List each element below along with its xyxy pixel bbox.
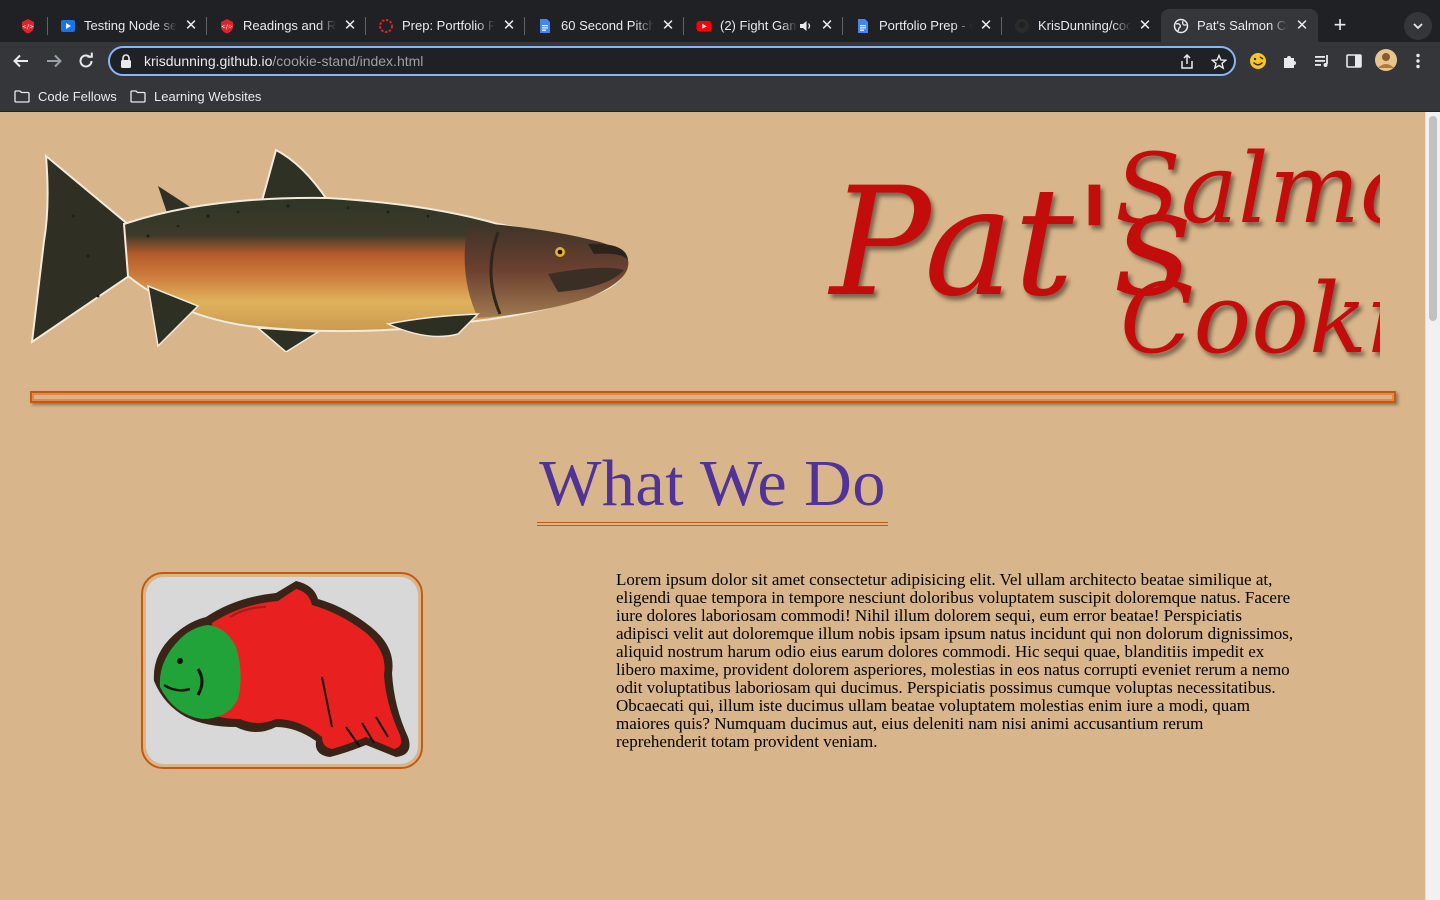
share-icon[interactable] — [1178, 53, 1196, 71]
page-scrollbar[interactable] — [1425, 112, 1440, 900]
header-divider — [30, 391, 1396, 403]
bookmark-folder-code-fellows[interactable]: Code Fellows — [14, 85, 117, 107]
tab-title: Portfolio Prep - C — [879, 18, 972, 33]
close-tab-icon[interactable]: ✕ — [501, 17, 517, 34]
tab-fight-game[interactable]: (2) Fight Gam ✕ — [684, 9, 843, 42]
side-panel-icon[interactable] — [1344, 51, 1364, 71]
tab-title: Prep: Portfolio Pr — [402, 18, 495, 33]
google-docs-icon — [855, 18, 871, 34]
bookmark-label: Code Fellows — [38, 88, 117, 104]
media-controls-icon[interactable] — [1312, 51, 1332, 71]
back-button[interactable] — [9, 49, 33, 73]
svg-text:</>: </> — [221, 23, 233, 30]
close-tab-icon[interactable]: ✕ — [1137, 17, 1153, 34]
tab-testing-node[interactable]: Testing Node server ✕ — [48, 9, 207, 42]
bookmark-label: Learning Websites — [154, 88, 262, 104]
tab-portfolio-prep[interactable]: Portfolio Prep - C ✕ — [843, 9, 1002, 42]
section-title: What We Do — [537, 446, 888, 526]
google-docs-icon — [537, 18, 553, 34]
tab-title: 60 Second Pitch — [561, 18, 654, 33]
code-fellows-icon: </> — [20, 18, 36, 34]
tab-60-second-pitch[interactable]: 60 Second Pitch ✕ — [525, 9, 684, 42]
new-tab-button[interactable]: + — [1327, 13, 1353, 39]
globe-icon — [1173, 18, 1189, 34]
tab-pats-salmon-cookies[interactable]: Pat's Salmon Co ✕ — [1161, 9, 1318, 42]
section-heading-container: What We Do — [0, 446, 1425, 526]
youtube-icon — [696, 18, 712, 34]
tab-title: Pat's Salmon Co — [1197, 18, 1288, 33]
url-host: krisdunning.github.io — [144, 53, 273, 69]
svg-text:</>: </> — [22, 23, 34, 30]
what-we-do-paragraph: Lorem ipsum dolor sit amet consectetur a… — [616, 570, 1294, 751]
close-tab-icon[interactable]: ✕ — [819, 17, 835, 34]
tab-search-button[interactable] — [1404, 12, 1432, 40]
tab-title: KrisDunning/coo — [1038, 18, 1131, 33]
close-tab-icon[interactable]: ✕ — [342, 17, 358, 34]
tab-github-repo[interactable]: KrisDunning/coo ✕ — [1002, 9, 1161, 42]
salmon-illustration — [30, 148, 629, 352]
chevron-down-icon — [1413, 23, 1423, 30]
tab-pinned-code-fellows[interactable]: </> — [8, 9, 48, 42]
bookmark-folder-learning-websites[interactable]: Learning Websites — [130, 85, 261, 107]
lock-icon[interactable] — [120, 54, 134, 68]
logo-salmon: Salmon — [1115, 133, 1380, 245]
bookmark-star-icon[interactable] — [1210, 53, 1228, 71]
extensions-puzzle-icon[interactable] — [1280, 51, 1300, 71]
tab-title: Readings and Re — [243, 18, 336, 33]
video-icon — [60, 18, 76, 34]
forward-button[interactable] — [42, 49, 66, 73]
tab-prep-portfolio[interactable]: Prep: Portfolio Pr ✕ — [366, 9, 525, 42]
browser-toolbar: krisdunning.github.io/cookie-stand/index… — [0, 42, 1440, 80]
url-text: krisdunning.github.io/cookie-stand/index… — [144, 53, 423, 69]
pats-salmon-cookies-logo: Pat's Salmon Cookies — [827, 133, 1380, 372]
salmon-cookie-image — [146, 577, 418, 764]
salmon-cookie-photo — [141, 572, 423, 769]
tab-readings[interactable]: </> Readings and Re ✕ — [207, 9, 366, 42]
logo-cookies: Cookies — [1120, 263, 1380, 372]
scrollbar-thumb[interactable] — [1429, 116, 1437, 321]
emoji-extension-icon[interactable] — [1248, 51, 1268, 71]
tab-strip: </> Testing Node server ✕ </> Readings a… — [0, 0, 1440, 42]
reload-button[interactable] — [74, 49, 98, 73]
close-tab-icon[interactable]: ✕ — [978, 17, 994, 34]
code-fellows-icon: </> — [219, 18, 235, 34]
profile-avatar[interactable] — [1374, 48, 1398, 72]
kebab-menu-icon[interactable] — [1408, 51, 1428, 71]
page-viewport: Pat's Salmon Cookies What We Do — [0, 112, 1440, 900]
github-icon — [1014, 18, 1030, 34]
arrow-left-icon — [13, 54, 28, 68]
arrow-right-icon — [47, 54, 62, 68]
close-tab-icon[interactable]: ✕ — [660, 17, 676, 34]
bookmarks-bar: Code Fellows Learning Websites — [0, 80, 1440, 112]
address-bar[interactable]: krisdunning.github.io/cookie-stand/index… — [108, 46, 1236, 76]
url-path: /cookie-stand/index.html — [272, 53, 424, 69]
folder-icon — [130, 89, 146, 103]
close-tab-icon[interactable]: ✕ — [1294, 17, 1310, 34]
tab-title: (2) Fight Gam — [720, 18, 797, 33]
loading-ring-icon — [378, 18, 394, 34]
reload-icon — [79, 52, 93, 68]
folder-icon — [14, 89, 30, 103]
close-tab-icon[interactable]: ✕ — [183, 17, 199, 34]
tab-title: Testing Node server — [84, 18, 177, 33]
audio-playing-icon[interactable] — [799, 19, 813, 33]
